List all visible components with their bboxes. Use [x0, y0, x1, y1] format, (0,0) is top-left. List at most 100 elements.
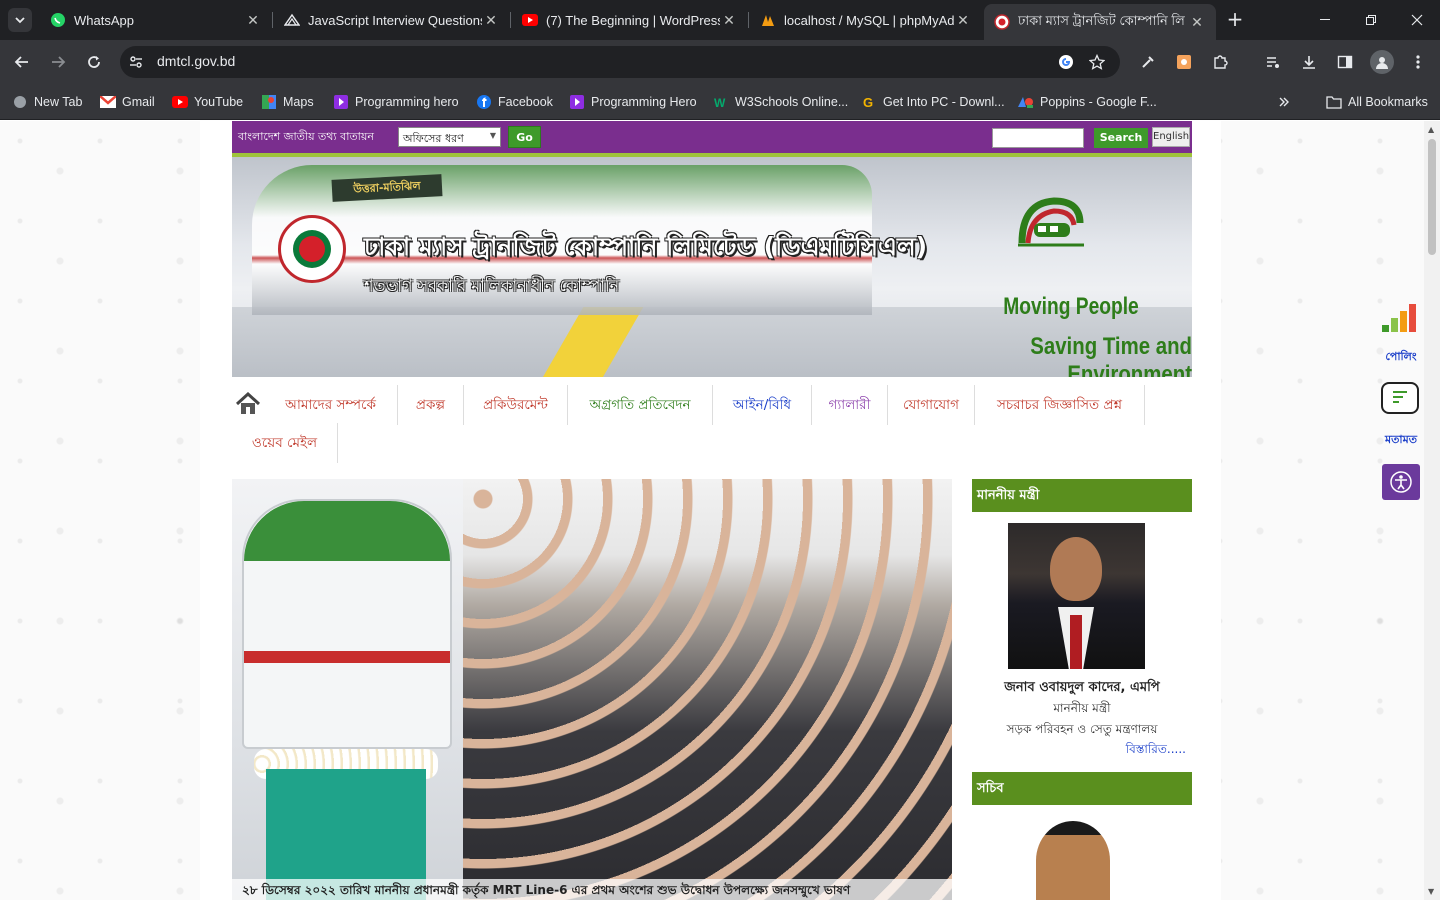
bookmark-programming-hero[interactable]: Programming hero	[333, 92, 459, 112]
tab-youtube-wordpress[interactable]: (7) The Beginning | WordPress ✕	[512, 4, 748, 36]
bookmark-youtube[interactable]: YouTube	[172, 92, 243, 112]
nav-progress-report-label: অগ্রগতি প্রতিবেদন	[589, 397, 691, 413]
minimize-icon[interactable]	[1302, 0, 1348, 40]
page-scrollbar[interactable]: ▲ ▼	[1424, 121, 1440, 900]
nav-projects[interactable]: প্রকল্প	[398, 385, 464, 425]
bookmark-gmail[interactable]: Gmail	[100, 92, 155, 112]
minister-name: জনাব ওবায়দুল কাদের, এমপি	[1004, 680, 1160, 695]
media-queue-icon[interactable]	[1263, 52, 1283, 72]
extensions-puzzle-icon[interactable]	[1210, 52, 1230, 72]
image-slider[interactable]: ২৮ ডিসেম্বর ২০২২ তারিখ মাননীয় প্রধানমন্…	[232, 479, 952, 900]
bookmark-star-icon[interactable]	[1088, 53, 1106, 71]
close-window-icon[interactable]	[1394, 0, 1440, 40]
bookmarks-overflow-chevron-icon[interactable]	[1278, 92, 1290, 112]
minister-photo	[1008, 523, 1145, 669]
slogan-line-1: Moving People	[1003, 293, 1139, 320]
eyedropper-extension-icon[interactable]	[1138, 52, 1158, 72]
tab-phpmyadmin[interactable]: localhost / MySQL | phpMyAdm ✕	[750, 4, 982, 36]
office-type-select[interactable]: অফিসের ধরণ ▼	[398, 127, 501, 147]
google-lens-icon[interactable]	[1057, 53, 1075, 71]
chevron-down-icon	[15, 17, 25, 24]
bookmark-new-tab[interactable]: New Tab	[12, 92, 82, 112]
nav-progress-report[interactable]: অগ্রগতি প্রতিবেদন	[568, 385, 713, 425]
facebook-icon	[476, 94, 492, 110]
tab-title: JavaScript Interview Questions	[308, 12, 482, 28]
feedback-label[interactable]: মতামত	[1377, 431, 1425, 450]
close-icon[interactable]: ✕	[244, 11, 262, 29]
nav-faq-label: সচরাচর জিজ্ঞাসিত প্রশ্ন	[996, 397, 1123, 413]
page-viewport: বাংলাদেশ জাতীয় তথ্য বাতায়ন অফিসের ধরণ …	[0, 121, 1440, 900]
nav-gallery-label: গ্যালারী	[828, 397, 871, 413]
nav-procurement[interactable]: প্রকিউরমেন্ট	[464, 385, 568, 425]
close-icon[interactable]: ✕	[954, 11, 972, 29]
nav-webmail[interactable]: ওয়েব মেইল	[232, 423, 338, 463]
bookmark-label: Programming hero	[355, 95, 459, 109]
tab-search-button[interactable]	[8, 8, 32, 32]
forward-arrow-icon[interactable]	[44, 48, 72, 76]
close-icon[interactable]: ✕	[482, 11, 500, 29]
bookmark-label: Programming Hero	[591, 95, 697, 109]
bookmark-w3schools[interactable]: W W3Schools Online...	[713, 92, 848, 112]
new-tab-plus-icon[interactable]: +	[1224, 8, 1246, 30]
bookmark-facebook[interactable]: Facebook	[476, 92, 553, 112]
whatsapp-icon	[50, 12, 66, 28]
profile-avatar[interactable]	[1370, 50, 1394, 74]
svg-text:G: G	[863, 95, 873, 109]
tab-whatsapp[interactable]: WhatsApp ✕	[40, 4, 272, 36]
dmtcl-logo	[1018, 197, 1084, 247]
bookmark-label: YouTube	[194, 95, 244, 109]
download-icon[interactable]	[1299, 52, 1319, 72]
nav-laws-rules[interactable]: আইন/বিধি	[713, 385, 812, 425]
government-emblem-logo	[278, 215, 346, 283]
back-arrow-icon[interactable]	[8, 48, 36, 76]
more-menu-icon[interactable]	[1408, 52, 1428, 72]
search-button[interactable]: Search	[1094, 128, 1148, 148]
restore-icon[interactable]	[1348, 0, 1394, 40]
accessibility-icon[interactable]	[1382, 464, 1420, 500]
nav-about-label: আমাদের সম্পর্কে	[285, 397, 376, 413]
feedback-chat-icon[interactable]	[1381, 382, 1419, 414]
site-info-icon[interactable]	[128, 54, 144, 70]
home-icon[interactable]	[232, 386, 264, 422]
bookmark-poppins[interactable]: Poppins - Google F...	[1018, 92, 1157, 112]
bookmark-programming-hero-2[interactable]: Programming Hero	[569, 92, 697, 112]
poll-chart-icon[interactable]	[1382, 304, 1420, 332]
national-portal-bar: বাংলাদেশ জাতীয় তথ্য বাতায়ন অফিসের ধরণ …	[232, 121, 1192, 153]
nav-faq[interactable]: সচরাচর জিজ্ঞাসিত প্রশ্ন	[975, 385, 1145, 425]
extension-orange-icon[interactable]	[1174, 52, 1194, 72]
side-panel-icon[interactable]	[1335, 52, 1355, 72]
english-language-button[interactable]: English	[1152, 127, 1190, 147]
getintopc-icon: G	[861, 94, 877, 110]
nav-procurement-label: প্রকিউরমেন্ট	[483, 397, 548, 413]
globe-icon	[12, 94, 28, 110]
nav-laws-rules-label: আইন/বিধি	[732, 397, 792, 413]
close-icon[interactable]: ✕	[1188, 13, 1206, 31]
minister-details-link[interactable]: বিস্তারিত.....	[972, 741, 1186, 761]
w3schools-icon: W	[713, 94, 729, 110]
scrollbar-thumb[interactable]	[1428, 139, 1436, 255]
close-icon[interactable]: ✕	[720, 11, 738, 29]
national-portal-label[interactable]: বাংলাদেশ জাতীয় তথ্য বাতায়ন	[238, 128, 374, 147]
all-bookmarks-button[interactable]: All Bookmarks	[1326, 92, 1428, 112]
programming-hero-icon	[569, 94, 585, 110]
tab-javascript-questions[interactable]: JavaScript Interview Questions ✕	[274, 4, 510, 36]
go-button[interactable]: Go	[508, 126, 541, 148]
tab-dmtcl[interactable]: ঢাকা ম্যাস ট্রানজিট কোম্পানি লি ✕	[984, 4, 1216, 40]
secretary-photo	[1032, 821, 1114, 900]
poll-label[interactable]: পোলিং	[1377, 348, 1425, 367]
nav-about[interactable]: আমাদের সম্পর্কে	[264, 385, 398, 425]
address-bar[interactable]: dmtcl.gov.bd	[120, 46, 1120, 78]
header-banner: উত্তরা-মতিঝিল ঢাকা ম্যাস ট্রানজিট কোম্পা…	[232, 153, 1192, 377]
nav-contact[interactable]: যোগাযোগ	[888, 385, 975, 425]
site-search-input[interactable]	[992, 128, 1084, 148]
programming-hero-icon	[333, 94, 349, 110]
page-content: বাংলাদেশ জাতীয় তথ্য বাতায়ন অফিসের ধরণ …	[200, 121, 1221, 900]
main-navigation: আমাদের সম্পর্কে প্রকল্প প্রকিউরমেন্ট অগ্…	[232, 382, 1192, 463]
gov-emblem-icon	[994, 14, 1010, 30]
scroll-up-arrow-icon[interactable]: ▲	[1428, 125, 1434, 134]
bookmark-maps[interactable]: Maps	[261, 92, 314, 112]
bookmark-getintopc[interactable]: G Get Into PC - Downl...	[861, 92, 1005, 112]
nav-gallery[interactable]: গ্যালারী	[812, 385, 888, 425]
scroll-down-arrow-icon[interactable]: ▼	[1428, 887, 1434, 896]
reload-icon[interactable]	[80, 48, 108, 76]
